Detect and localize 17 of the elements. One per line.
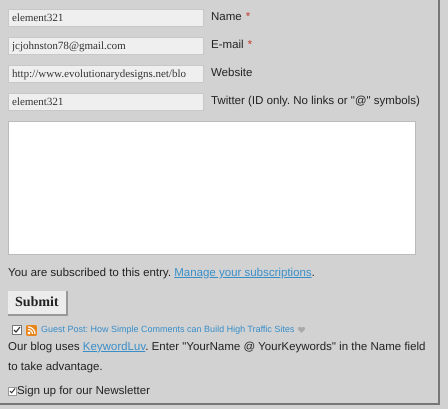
heart-icon (298, 327, 306, 333)
text-field[interactable]: element321 (8, 93, 204, 111)
newsletter-label: Sign up for our Newsletter (17, 384, 150, 399)
checkbox[interactable] (12, 325, 22, 335)
text-field[interactable]: jcjohnston78@gmail.com (8, 37, 204, 55)
comment-field[interactable] (8, 121, 416, 255)
newsletter-checkbox[interactable] (8, 386, 17, 396)
field-label: Website (211, 66, 252, 82)
field-label: Name * (211, 10, 250, 26)
keywordluv-text: Our blog uses KeywordLuv. Enter "YourName @ YourKeywords" in the Name field to take advantage. (8, 340, 426, 375)
submit-button[interactable]: Submit (8, 291, 68, 316)
subscription-text: You are subscribed to this entry. Manage your subscriptions. (8, 266, 316, 281)
rss-icon (26, 324, 37, 336)
field-label: Twitter (ID only. No links or "@" symbols) (211, 94, 420, 110)
text-field[interactable]: http://www.evolutionarydesigns.net/blo (8, 65, 204, 83)
field-label: E-mail * (211, 38, 252, 54)
text-field[interactable]: element321 (8, 9, 204, 27)
